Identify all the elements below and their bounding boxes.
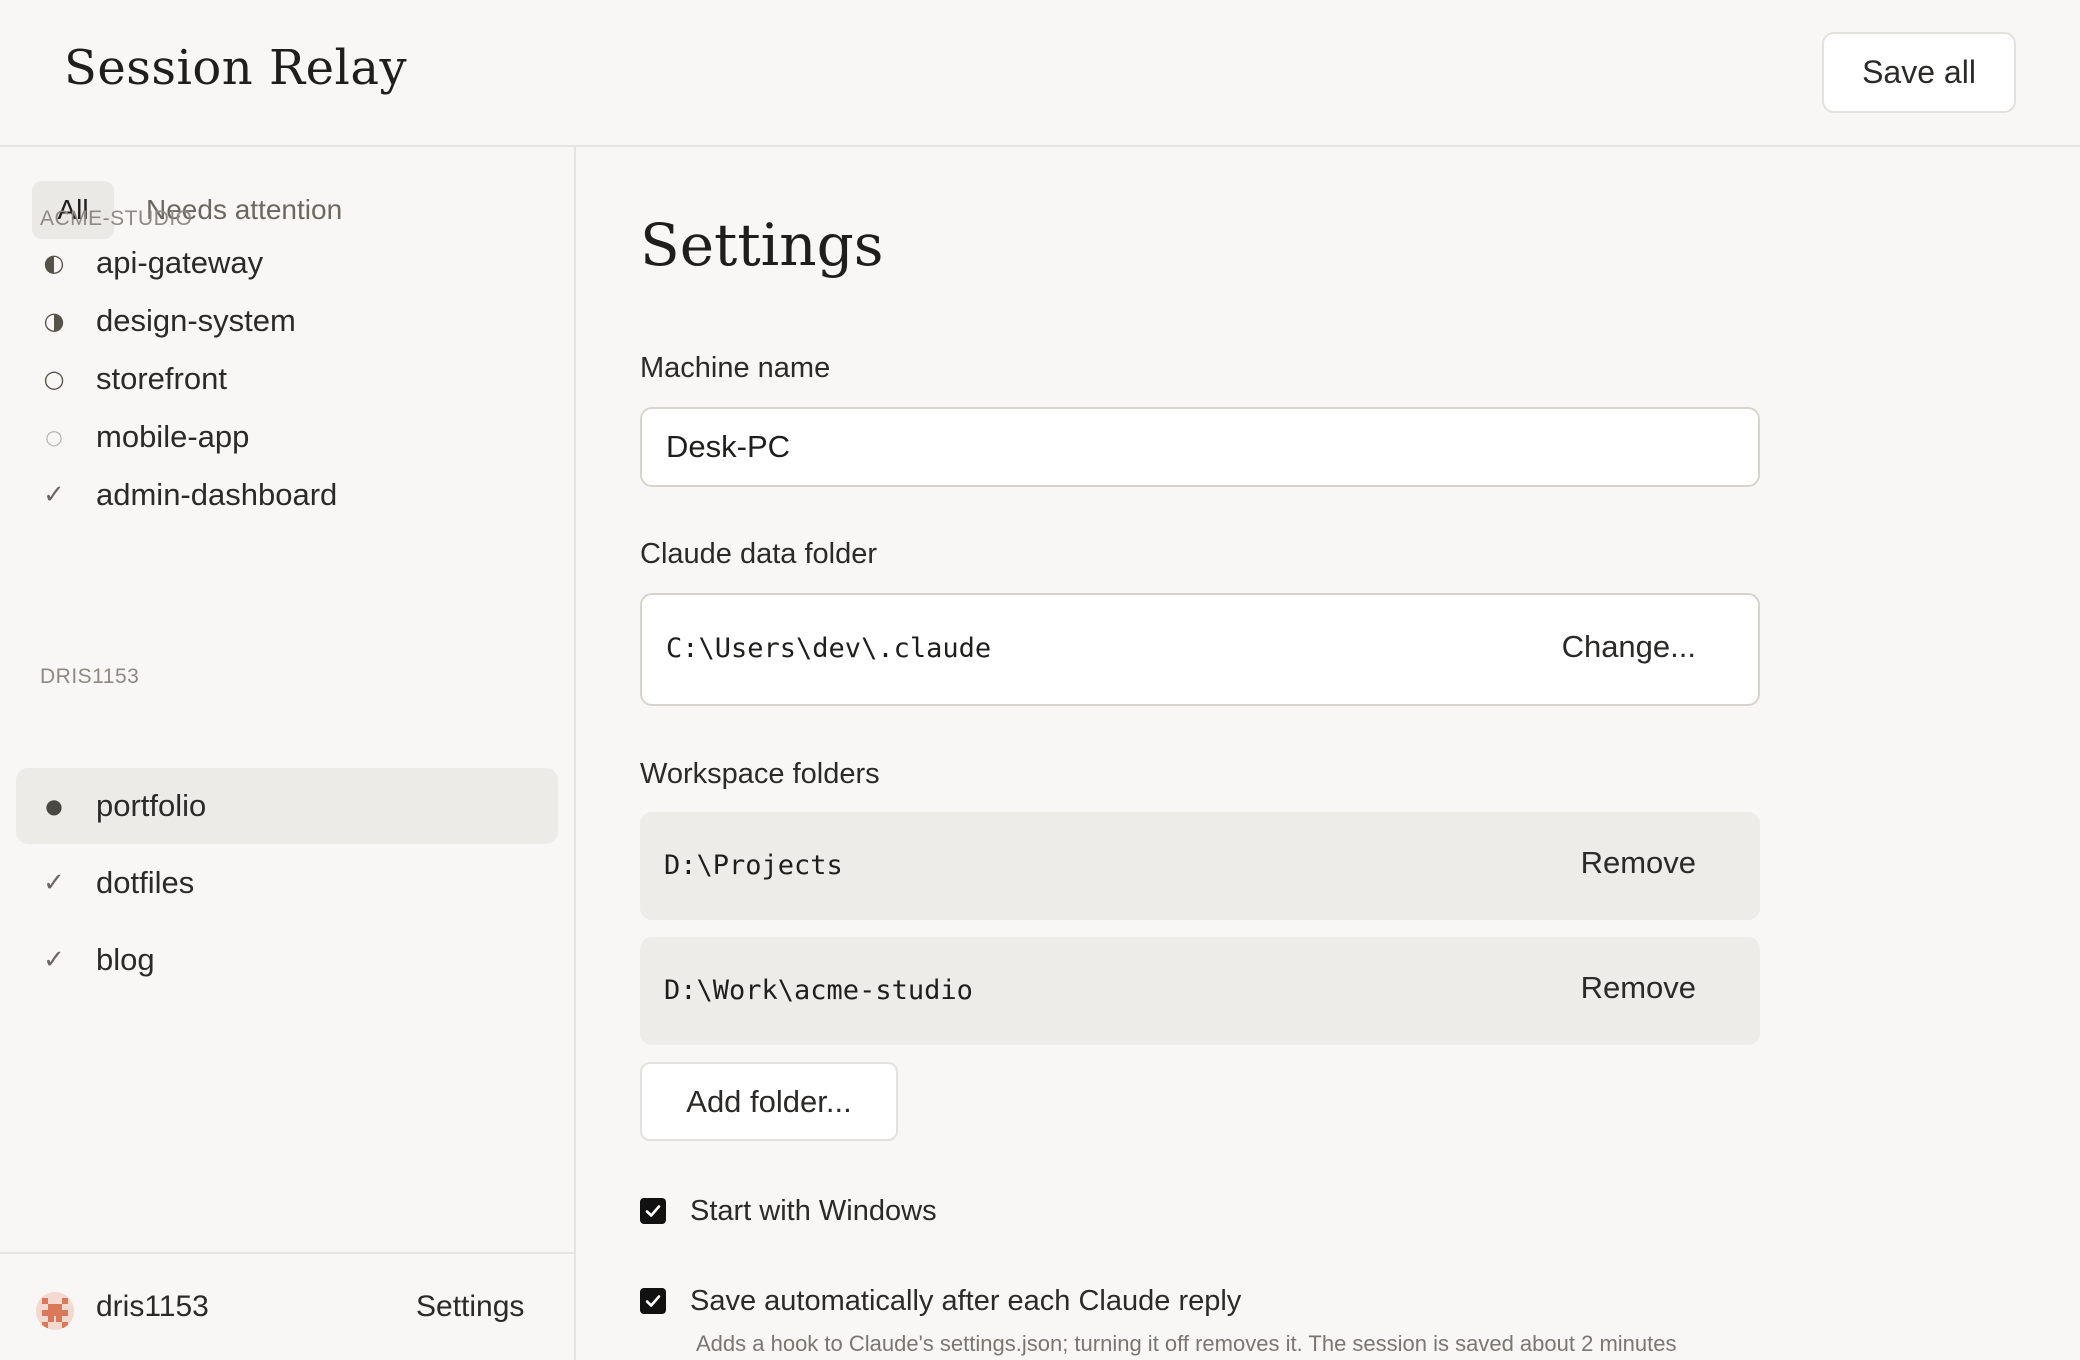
sidebar-item-dotfiles[interactable]: ✓ dotfiles xyxy=(16,845,558,921)
app-title: Session Relay xyxy=(64,40,408,96)
auto-save-option[interactable]: Save automatically after each Claude rep… xyxy=(640,1281,1241,1321)
add-folder-button[interactable]: Add folder... xyxy=(640,1062,898,1141)
sidebar-item-label: portfolio xyxy=(96,788,207,823)
group-label-dris1153: DRIS1153 xyxy=(40,665,140,688)
sidebar-item-admin-dashboard[interactable]: ✓ admin-dashboard xyxy=(16,457,558,533)
sidebar-item-blog[interactable]: ✓ blog xyxy=(16,922,558,998)
start-with-windows-label: Start with Windows xyxy=(690,1194,937,1227)
half-circle-right-icon: ◑ xyxy=(43,307,65,335)
claude-data-folder-label: Claude data folder xyxy=(640,538,877,570)
workspace-folder-path: D:\Work\acme-studio xyxy=(664,975,973,1006)
change-folder-button[interactable]: Change... xyxy=(1562,629,1696,665)
machine-name-label: Machine name xyxy=(640,352,831,384)
workspace-folders-label: Workspace folders xyxy=(640,758,880,790)
machine-name-input[interactable] xyxy=(640,407,1760,487)
sidebar-footer: dris1153 Settings xyxy=(0,1252,574,1360)
sidebar-item-label: api-gateway xyxy=(96,245,264,280)
faint-circle-icon: ○ xyxy=(45,425,63,449)
workspace-folder-row: D:\Projects Remove xyxy=(640,812,1760,920)
claude-data-folder-field: C:\Users\dev\.claude Change... xyxy=(640,593,1760,706)
start-with-windows-checkbox[interactable] xyxy=(640,1198,666,1224)
settings-panel: Settings Machine name Claude data folder… xyxy=(576,147,2080,1360)
sidebar-item-label: blog xyxy=(96,942,155,977)
auto-save-help-text: Adds a hook to Claude's settings.json; t… xyxy=(696,1331,1677,1356)
remove-folder-button[interactable]: Remove xyxy=(1581,845,1696,881)
sidebar: All Needs attention ACME-STUDIO ◐ api-ga… xyxy=(0,147,576,1360)
check-icon: ✓ xyxy=(43,480,65,510)
sidebar-item-label: dotfiles xyxy=(96,865,195,900)
sidebar-item-portfolio[interactable]: ● portfolio xyxy=(16,768,558,844)
auto-save-label: Save automatically after each Claude rep… xyxy=(690,1284,1242,1317)
app-header: Session Relay Save all xyxy=(0,0,2080,147)
auto-save-checkbox[interactable] xyxy=(640,1288,666,1314)
check-icon: ✓ xyxy=(43,945,65,975)
avatar[interactable] xyxy=(36,1292,74,1330)
username: dris1153 xyxy=(96,1290,209,1323)
page-title: Settings xyxy=(640,211,884,279)
sidebar-item-label: storefront xyxy=(96,361,227,396)
checkmark-icon xyxy=(645,1205,661,1217)
dot-icon: ● xyxy=(45,794,63,818)
sidebar-item-label: mobile-app xyxy=(96,419,250,454)
empty-circle-icon: ○ xyxy=(43,365,65,393)
half-circle-left-icon: ◐ xyxy=(43,249,65,277)
check-icon: ✓ xyxy=(43,868,65,898)
claude-data-folder-path: C:\Users\dev\.claude xyxy=(666,633,992,664)
settings-link[interactable]: Settings xyxy=(416,1290,524,1324)
remove-folder-button[interactable]: Remove xyxy=(1581,970,1696,1006)
checkmark-icon xyxy=(645,1295,661,1307)
sidebar-item-label: design-system xyxy=(96,303,296,338)
save-all-button[interactable]: Save all xyxy=(1822,32,2016,113)
sidebar-item-label: admin-dashboard xyxy=(96,477,338,512)
start-with-windows-option[interactable]: Start with Windows xyxy=(640,1191,937,1231)
workspace-folder-path: D:\Projects xyxy=(664,850,843,881)
workspace-folder-row: D:\Work\acme-studio Remove xyxy=(640,937,1760,1045)
